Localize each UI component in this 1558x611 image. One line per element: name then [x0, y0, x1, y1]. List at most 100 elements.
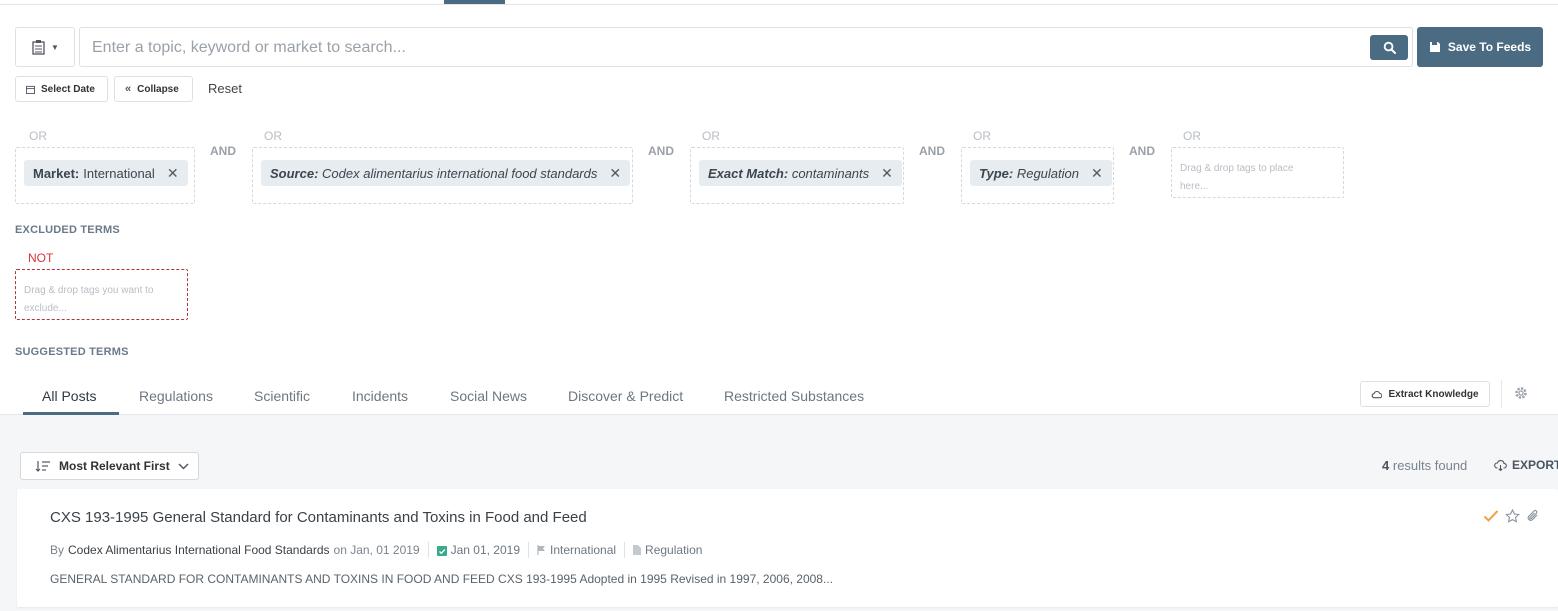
group-operator: OR — [264, 129, 282, 143]
tab-restricted-substances[interactable]: Restricted Substances — [724, 388, 864, 404]
calendar-check-icon — [436, 545, 447, 556]
close-icon[interactable]: ✕ — [609, 165, 621, 182]
suggested-terms-title: SUGGESTED TERMS — [15, 346, 129, 358]
post-excerpt: GENERAL STANDARD FOR CONTAMINANTS AND TO… — [50, 572, 833, 586]
type-chip: Regulation — [633, 543, 702, 557]
tag-value: Codex alimentarius international food st… — [322, 165, 598, 181]
tag-source[interactable]: Source: Codex alimentarius international… — [261, 160, 631, 186]
gear-icon[interactable] — [1514, 386, 1528, 400]
tag-value: Regulation — [1016, 165, 1079, 181]
tag-content: Exact Match: contaminants — [708, 166, 869, 181]
post-title[interactable]: CXS 193-1995 General Standard for Contam… — [50, 509, 587, 526]
select-date-label: Select Date — [41, 83, 95, 95]
paperclip-icon[interactable] — [1526, 509, 1540, 523]
top-nav-active-indicator — [444, 0, 505, 4]
clipboard-list-icon — [32, 40, 45, 55]
tab-regulations[interactable]: Regulations — [139, 388, 213, 404]
result-card[interactable]: CXS 193-1995 General Standard for Contam… — [17, 489, 1558, 607]
cloud-icon — [1372, 390, 1383, 398]
date-chip: Jan 01, 2019 — [436, 543, 520, 557]
post-author[interactable]: Codex Alimentarius International Food St… — [68, 543, 330, 557]
select-date-button[interactable]: Select Date — [15, 76, 108, 102]
divider — [528, 542, 529, 558]
tag-key: Source: — [270, 165, 319, 181]
tag-content: Source: Codex alimentarius international… — [270, 166, 597, 181]
tab-all-posts[interactable]: All Posts — [42, 388, 96, 404]
tag-group[interactable]: Type: Regulation ✕ — [961, 147, 1114, 204]
tag-key: Exact Match: — [708, 165, 789, 181]
search-icon — [1383, 41, 1396, 54]
extract-knowledge-label: Extract Knowledge — [1388, 388, 1479, 400]
exclude-dropzone[interactable]: Drag & drop tags you want to exclude... — [15, 269, 188, 320]
dropzone-hint: Drag & drop tags to place here... — [1180, 160, 1293, 196]
tag-market[interactable]: Market: International ✕ — [24, 160, 188, 186]
collapse-label: Collapse — [137, 83, 179, 95]
empty-tag-dropzone[interactable]: Drag & drop tags to place here... — [1171, 147, 1344, 198]
check-icon[interactable] — [1483, 509, 1499, 523]
tag-group[interactable]: Exact Match: contaminants ✕ — [690, 147, 904, 204]
dropzone-hint: Drag & drop tags you want to exclude... — [24, 282, 154, 318]
and-operator: AND — [648, 144, 674, 158]
search-input[interactable] — [92, 36, 1352, 60]
calendar-icon — [26, 85, 35, 94]
tab-social-news[interactable]: Social News — [450, 388, 527, 404]
search-row: ▼ Save To Feeds — [15, 27, 1543, 67]
sort-dropdown[interactable]: Most Relevant First — [20, 452, 199, 480]
post-date-text: on Jan, 01 2019 — [333, 543, 420, 557]
and-operator: AND — [919, 144, 945, 158]
tag-content: Type: Regulation — [979, 166, 1079, 181]
extract-knowledge-button[interactable]: Extract Knowledge — [1360, 381, 1490, 407]
tag-key: Market: — [33, 165, 80, 181]
sort-icon — [35, 461, 50, 472]
tab-incidents[interactable]: Incidents — [352, 388, 408, 404]
results-tabs: All Posts Regulations Scientific Inciden… — [0, 380, 1558, 415]
tag-exact-match[interactable]: Exact Match: contaminants ✕ — [699, 160, 902, 186]
caret-down-icon: ▼ — [51, 42, 59, 52]
tab-discover-predict[interactable]: Discover & Predict — [568, 388, 683, 404]
flag-icon — [537, 545, 545, 555]
tag-value: contaminants — [791, 165, 870, 181]
type-chip-label: Regulation — [645, 543, 703, 557]
not-operator: NOT — [28, 251, 54, 265]
search-button[interactable] — [1370, 35, 1408, 60]
cloud-download-icon — [1494, 459, 1507, 471]
export-button[interactable]: EXPORT — [1494, 458, 1558, 472]
divider — [427, 542, 429, 558]
close-icon[interactable]: ✕ — [1091, 165, 1103, 182]
tag-value: International — [83, 165, 155, 181]
reset-link[interactable]: Reset — [208, 81, 242, 96]
top-nav-strip — [0, 0, 1558, 5]
dropzone-hint-line: here... — [1180, 181, 1209, 192]
tag-group[interactable]: Source: Codex alimentarius international… — [252, 147, 633, 204]
group-operator: OR — [29, 129, 47, 143]
sort-label: Most Relevant First — [59, 459, 170, 473]
tag-type[interactable]: Type: Regulation ✕ — [970, 160, 1112, 186]
post-by: By — [50, 543, 65, 557]
search-box — [79, 27, 1413, 67]
save-icon — [1429, 42, 1440, 52]
post-actions — [1483, 509, 1540, 523]
collapse-button[interactable]: « Collapse — [114, 76, 193, 102]
tag-group[interactable]: Market: International ✕ — [15, 147, 195, 204]
save-to-feeds-button[interactable]: Save To Feeds — [1417, 27, 1543, 67]
search-type-dropdown[interactable]: ▼ — [15, 27, 75, 67]
close-icon[interactable]: ✕ — [881, 165, 893, 182]
star-icon[interactable] — [1505, 509, 1520, 523]
close-icon[interactable]: ✕ — [167, 165, 179, 182]
results-count-number: 4 — [1382, 458, 1390, 473]
and-operator: AND — [210, 144, 236, 158]
group-operator: OR — [973, 129, 991, 143]
dropzone-hint-line: exclude... — [24, 303, 67, 314]
tab-scientific[interactable]: Scientific — [254, 388, 310, 404]
and-operator: AND — [1129, 144, 1155, 158]
divider — [624, 542, 626, 558]
group-operator: OR — [1183, 129, 1201, 143]
post-meta: By Codex Alimentarius International Food… — [50, 542, 702, 558]
chevron-down-icon — [178, 462, 189, 470]
dropzone-hint-line: Drag & drop tags you want to — [24, 285, 154, 296]
document-icon — [633, 545, 642, 555]
market-chip-label: International — [550, 543, 617, 557]
save-to-feeds-label: Save To Feeds — [1447, 40, 1532, 54]
results-count: 4 results found — [1382, 458, 1467, 473]
divider — [1501, 380, 1502, 408]
